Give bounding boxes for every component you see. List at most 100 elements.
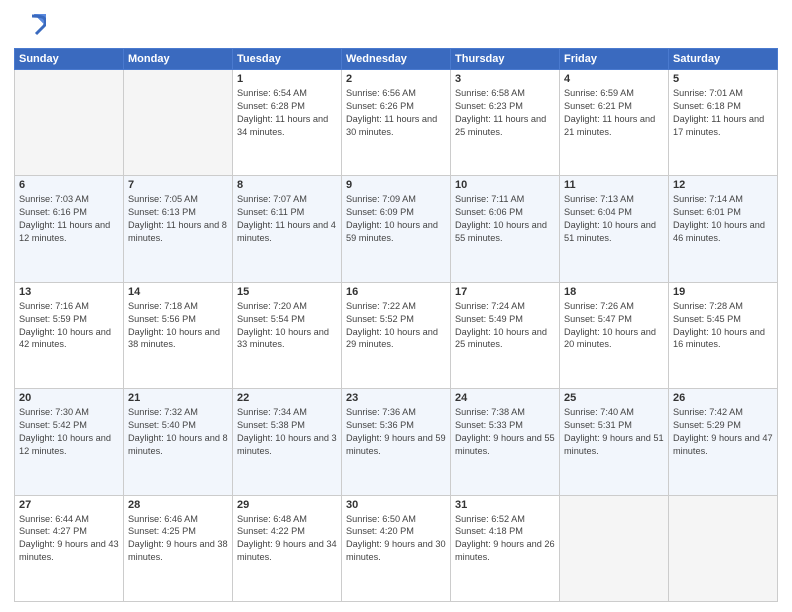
day-info: Sunrise: 6:59 AMSunset: 6:21 PMDaylight:… xyxy=(564,87,664,139)
day-number: 31 xyxy=(455,499,555,511)
day-info: Sunrise: 7:26 AMSunset: 5:47 PMDaylight:… xyxy=(564,300,664,352)
day-info: Sunrise: 7:28 AMSunset: 5:45 PMDaylight:… xyxy=(673,300,773,352)
day-number: 29 xyxy=(237,499,337,511)
day-info: Sunrise: 7:24 AMSunset: 5:49 PMDaylight:… xyxy=(455,300,555,352)
col-thursday: Thursday xyxy=(451,49,560,70)
day-number: 28 xyxy=(128,499,228,511)
day-info: Sunrise: 7:07 AMSunset: 6:11 PMDaylight:… xyxy=(237,193,337,245)
calendar-cell: 7Sunrise: 7:05 AMSunset: 6:13 PMDaylight… xyxy=(124,176,233,282)
day-number: 25 xyxy=(564,392,664,404)
day-info: Sunrise: 6:58 AMSunset: 6:23 PMDaylight:… xyxy=(455,87,555,139)
day-info: Sunrise: 7:30 AMSunset: 5:42 PMDaylight:… xyxy=(19,406,119,458)
day-number: 9 xyxy=(346,179,446,191)
logo xyxy=(14,10,48,42)
calendar-week-1: 6 Sunrise: 7:03 AMSunset: 6:16 PMDaylight… xyxy=(15,176,778,282)
calendar-cell: 31 Sunrise: 6:52 AMSunset: 4:18 PMDayligh… xyxy=(451,495,560,601)
calendar-cell: 2 Sunrise: 6:56 AMSunset: 6:26 PMDaylight… xyxy=(342,70,451,176)
day-number: 20 xyxy=(19,392,119,404)
day-info: Sunrise: 7:36 AMSunset: 5:36 PMDaylight:… xyxy=(346,406,446,458)
calendar-week-0: 1 Sunrise: 6:54 AMSunset: 6:28 PMDaylight… xyxy=(15,70,778,176)
calendar-week-4: 27Sunrise: 6:44 AMSunset: 4:27 PMDayligh… xyxy=(15,495,778,601)
calendar-cell: 14Sunrise: 7:18 AMSunset: 5:56 PMDayligh… xyxy=(124,282,233,388)
calendar-cell: 13 Sunrise: 7:16 AMSunset: 5:59 PMDayligh… xyxy=(15,282,124,388)
day-number: 15 xyxy=(237,286,337,298)
col-monday: Monday xyxy=(124,49,233,70)
calendar-cell: 9 Sunrise: 7:09 AMSunset: 6:09 PMDaylight… xyxy=(342,176,451,282)
calendar-table: Sunday Monday Tuesday Wednesday Thursday… xyxy=(14,48,778,602)
calendar-cell: 6 Sunrise: 7:03 AMSunset: 6:16 PMDaylight… xyxy=(15,176,124,282)
calendar-cell: 1 Sunrise: 6:54 AMSunset: 6:28 PMDaylight… xyxy=(233,70,342,176)
calendar-week-3: 20 Sunrise: 7:30 AMSunset: 5:42 PMDayligh… xyxy=(15,389,778,495)
day-number: 8 xyxy=(237,179,337,191)
calendar-cell: 29 Sunrise: 6:48 AMSunset: 4:22 PMDayligh… xyxy=(233,495,342,601)
day-info: Sunrise: 7:42 AMSunset: 5:29 PMDaylight:… xyxy=(673,406,773,458)
calendar-cell xyxy=(124,70,233,176)
day-number: 21 xyxy=(128,392,228,404)
day-info: Sunrise: 6:50 AMSunset: 4:20 PMDaylight:… xyxy=(346,513,446,565)
logo-icon xyxy=(14,10,46,42)
calendar-cell xyxy=(560,495,669,601)
calendar-cell: 20 Sunrise: 7:30 AMSunset: 5:42 PMDayligh… xyxy=(15,389,124,495)
calendar-cell: 18 Sunrise: 7:26 AMSunset: 5:47 PMDayligh… xyxy=(560,282,669,388)
day-info: Sunrise: 6:48 AMSunset: 4:22 PMDaylight:… xyxy=(237,513,337,565)
day-number: 10 xyxy=(455,179,555,191)
day-info: Sunrise: 7:03 AMSunset: 6:16 PMDaylight:… xyxy=(19,193,119,245)
calendar-cell: 12 Sunrise: 7:14 AMSunset: 6:01 PMDayligh… xyxy=(669,176,778,282)
calendar-cell: 3 Sunrise: 6:58 AMSunset: 6:23 PMDaylight… xyxy=(451,70,560,176)
day-number: 16 xyxy=(346,286,446,298)
day-info: Sunrise: 7:16 AMSunset: 5:59 PMDaylight:… xyxy=(19,300,119,352)
day-info: Sunrise: 7:18 AMSunset: 5:56 PMDaylight:… xyxy=(128,300,228,352)
day-info: Sunrise: 7:11 AMSunset: 6:06 PMDaylight:… xyxy=(455,193,555,245)
day-info: Sunrise: 7:20 AMSunset: 5:54 PMDaylight:… xyxy=(237,300,337,352)
calendar-cell: 22 Sunrise: 7:34 AMSunset: 5:38 PMDayligh… xyxy=(233,389,342,495)
day-number: 18 xyxy=(564,286,664,298)
day-info: Sunrise: 6:54 AMSunset: 6:28 PMDaylight:… xyxy=(237,87,337,139)
day-number: 6 xyxy=(19,179,119,191)
day-number: 30 xyxy=(346,499,446,511)
day-number: 27 xyxy=(19,499,119,511)
day-number: 12 xyxy=(673,179,773,191)
day-info: Sunrise: 7:14 AMSunset: 6:01 PMDaylight:… xyxy=(673,193,773,245)
day-number: 23 xyxy=(346,392,446,404)
day-number: 19 xyxy=(673,286,773,298)
calendar-cell: 19 Sunrise: 7:28 AMSunset: 5:45 PMDayligh… xyxy=(669,282,778,388)
day-info: Sunrise: 7:34 AMSunset: 5:38 PMDaylight:… xyxy=(237,406,337,458)
calendar-cell: 17 Sunrise: 7:24 AMSunset: 5:49 PMDayligh… xyxy=(451,282,560,388)
day-info: Sunrise: 7:01 AMSunset: 6:18 PMDaylight:… xyxy=(673,87,773,139)
day-info: Sunrise: 7:40 AMSunset: 5:31 PMDaylight:… xyxy=(564,406,664,458)
day-number: 1 xyxy=(237,73,337,85)
calendar-week-2: 13 Sunrise: 7:16 AMSunset: 5:59 PMDayligh… xyxy=(15,282,778,388)
page: Sunday Monday Tuesday Wednesday Thursday… xyxy=(0,0,792,612)
day-info: Sunrise: 6:56 AMSunset: 6:26 PMDaylight:… xyxy=(346,87,446,139)
calendar-cell xyxy=(669,495,778,601)
calendar-cell: 21 Sunrise: 7:32 AMSunset: 5:40 PMDayligh… xyxy=(124,389,233,495)
calendar-cell: 28 Sunrise: 6:46 AMSunset: 4:25 PMDayligh… xyxy=(124,495,233,601)
day-info: Sunrise: 7:22 AMSunset: 5:52 PMDaylight:… xyxy=(346,300,446,352)
day-number: 22 xyxy=(237,392,337,404)
calendar-cell: 8 Sunrise: 7:07 AMSunset: 6:11 PMDaylight… xyxy=(233,176,342,282)
calendar-cell: 25 Sunrise: 7:40 AMSunset: 5:31 PMDayligh… xyxy=(560,389,669,495)
day-info: Sunrise: 7:32 AMSunset: 5:40 PMDaylight:… xyxy=(128,406,228,458)
calendar-cell: 26 Sunrise: 7:42 AMSunset: 5:29 PMDayligh… xyxy=(669,389,778,495)
calendar-cell: 30 Sunrise: 6:50 AMSunset: 4:20 PMDayligh… xyxy=(342,495,451,601)
day-info: Sunrise: 7:09 AMSunset: 6:09 PMDaylight:… xyxy=(346,193,446,245)
day-info: Sunrise: 7:05 AMSunset: 6:13 PMDaylight:… xyxy=(128,193,228,245)
calendar-cell: 10 Sunrise: 7:11 AMSunset: 6:06 PMDayligh… xyxy=(451,176,560,282)
day-info: Sunrise: 6:52 AMSunset: 4:18 PMDaylight:… xyxy=(455,513,555,565)
calendar-cell: 23 Sunrise: 7:36 AMSunset: 5:36 PMDayligh… xyxy=(342,389,451,495)
calendar-cell: 24Sunrise: 7:38 AMSunset: 5:33 PMDayligh… xyxy=(451,389,560,495)
day-info: Sunrise: 7:13 AMSunset: 6:04 PMDaylight:… xyxy=(564,193,664,245)
day-number: 2 xyxy=(346,73,446,85)
day-number: 4 xyxy=(564,73,664,85)
day-number: 13 xyxy=(19,286,119,298)
day-number: 17 xyxy=(455,286,555,298)
day-number: 26 xyxy=(673,392,773,404)
col-tuesday: Tuesday xyxy=(233,49,342,70)
calendar-cell: 11Sunrise: 7:13 AMSunset: 6:04 PMDayligh… xyxy=(560,176,669,282)
day-number: 24 xyxy=(455,392,555,404)
day-number: 3 xyxy=(455,73,555,85)
day-info: Sunrise: 6:46 AMSunset: 4:25 PMDaylight:… xyxy=(128,513,228,565)
col-saturday: Saturday xyxy=(669,49,778,70)
calendar-cell: 4 Sunrise: 6:59 AMSunset: 6:21 PMDaylight… xyxy=(560,70,669,176)
calendar-cell: 15 Sunrise: 7:20 AMSunset: 5:54 PMDayligh… xyxy=(233,282,342,388)
